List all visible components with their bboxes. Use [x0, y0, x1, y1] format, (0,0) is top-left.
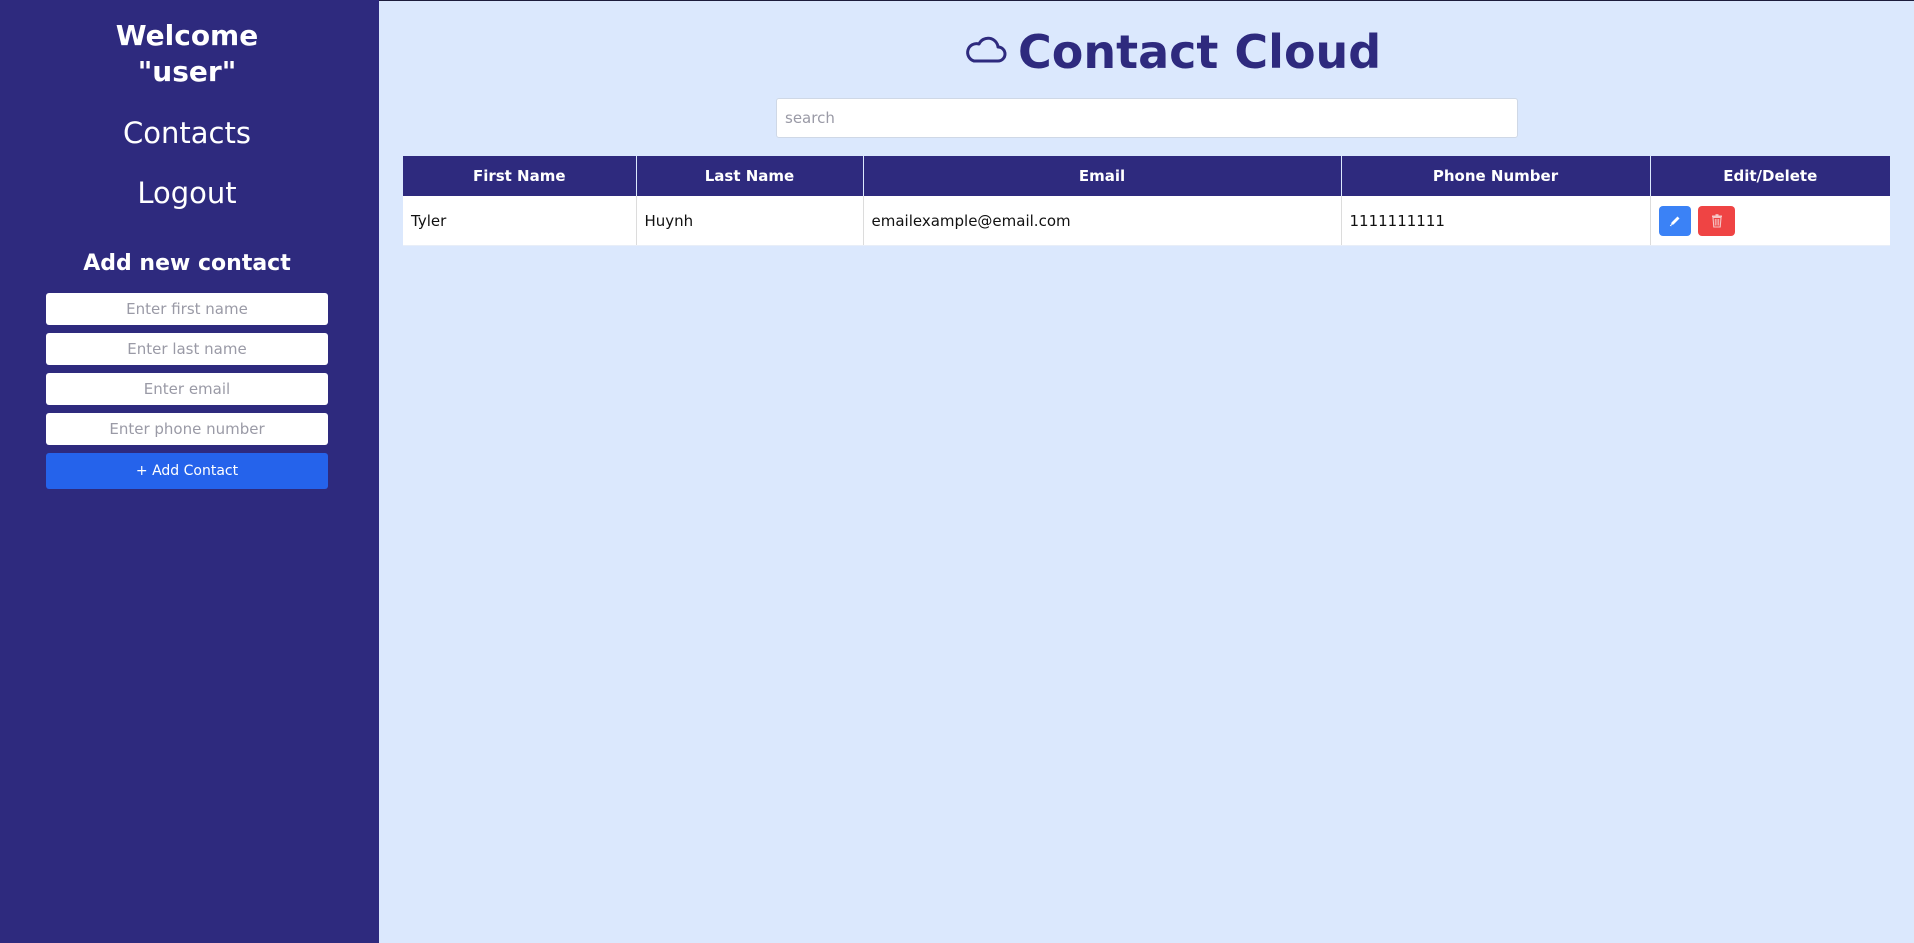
welcome-username: "user" [137, 55, 237, 88]
app-title: Contact Cloud [1018, 25, 1382, 79]
column-header-first-name: First Name [403, 156, 637, 196]
last-name-input[interactable] [46, 333, 328, 365]
nav-contacts-link[interactable]: Contacts [0, 116, 374, 150]
cell-last-name: Huynh [636, 196, 864, 246]
cloud-icon [964, 35, 1018, 69]
first-name-input[interactable] [46, 293, 328, 325]
cell-first-name: Tyler [403, 196, 637, 246]
column-header-phone-number: Phone Number [1341, 156, 1651, 196]
search-input[interactable] [776, 98, 1518, 138]
cell-phone-number: 1111111111 [1341, 196, 1651, 246]
email-input[interactable] [46, 373, 328, 405]
edit-contact-button[interactable] [1658, 205, 1691, 236]
welcome-line: Welcome [115, 19, 259, 52]
table-row: Tyler Huynh emailexample@email.com 11111… [403, 196, 1890, 246]
cell-email: emailexample@email.com [863, 196, 1342, 246]
delete-contact-button[interactable] [1698, 205, 1736, 236]
phone-number-input[interactable] [46, 413, 328, 445]
add-contact-title: Add new contact [83, 251, 291, 276]
column-header-email: Email [863, 156, 1342, 196]
nav-logout-link[interactable]: Logout [0, 176, 374, 210]
column-header-edit-delete: Edit/Delete [1650, 156, 1890, 196]
contacts-table: First Name Last Name Email Phone Number … [403, 156, 1890, 246]
welcome-message: Welcome "user" [0, 18, 374, 90]
add-contact-button[interactable]: + Add Contact [46, 453, 328, 489]
cell-actions [1650, 196, 1890, 246]
column-header-last-name: Last Name [636, 156, 864, 196]
table-header-row: First Name Last Name Email Phone Number … [403, 156, 1890, 196]
sidebar: Welcome "user" Contacts Logout Add new c… [0, 0, 379, 943]
app-header: Contact Cloud [964, 22, 1381, 82]
